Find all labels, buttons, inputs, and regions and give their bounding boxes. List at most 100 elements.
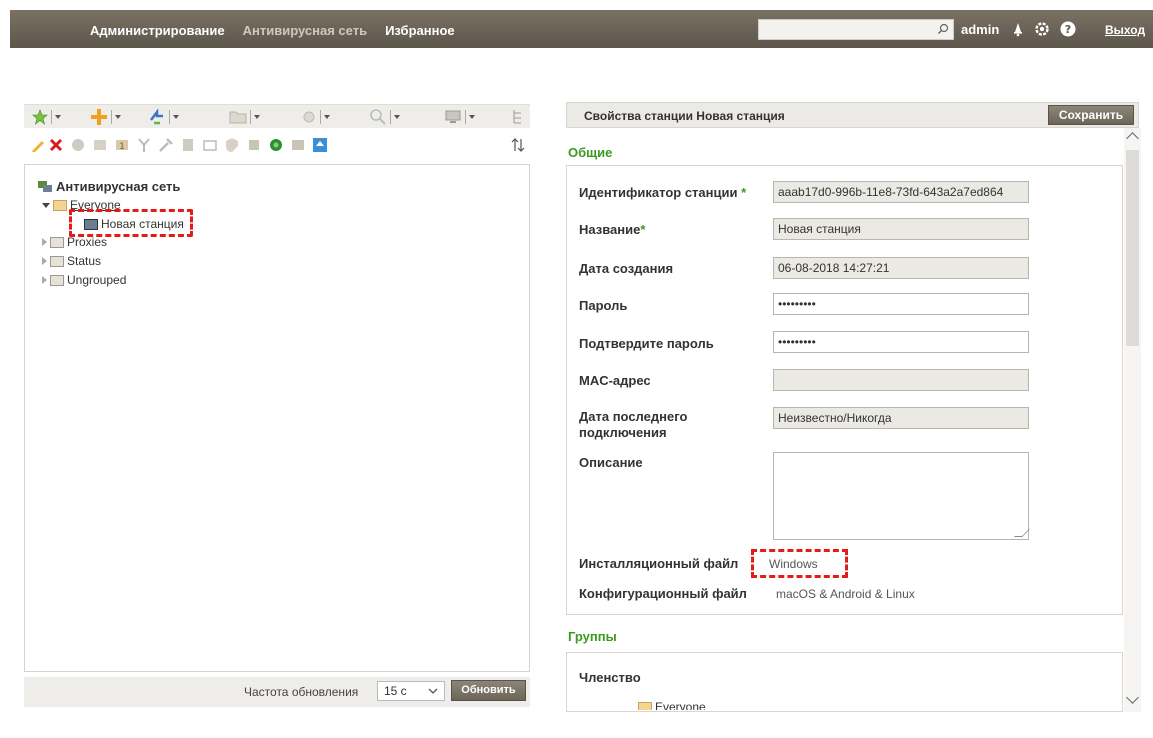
membership-item[interactable]: Everyone	[638, 700, 706, 710]
description-label: Описание	[579, 455, 643, 470]
magnifier-icon[interactable]	[369, 108, 387, 126]
username[interactable]: admin	[961, 22, 999, 37]
merge-icon[interactable]	[136, 137, 152, 153]
created-date-label: Дата создания	[579, 261, 674, 276]
search-icon[interactable]	[937, 23, 949, 35]
resize-handle-icon[interactable]	[1014, 529, 1030, 537]
chevron-down-icon[interactable]	[394, 115, 400, 119]
tree-item-proxies[interactable]: Proxies	[42, 235, 107, 249]
search-input[interactable]	[758, 19, 954, 40]
password-field[interactable]	[773, 293, 1029, 315]
upload-icon[interactable]	[312, 137, 328, 153]
scroll-up-icon[interactable]	[1126, 132, 1139, 145]
refresh-frequency-value: 15 с	[384, 684, 407, 698]
plus-icon[interactable]	[90, 108, 108, 126]
shield-grey-icon[interactable]	[224, 137, 240, 153]
top-bar: Администрирование Антивирусная сеть Избр…	[10, 10, 1153, 48]
confirm-password-field[interactable]	[773, 331, 1029, 353]
refresh-frequency-select[interactable]: 15 с	[377, 681, 445, 701]
nav-administration[interactable]: Администрирование	[90, 23, 225, 38]
highlight-install-file	[751, 549, 848, 578]
nav-favorites[interactable]: Избранное	[385, 23, 455, 38]
tree-item-label: Proxies	[67, 235, 108, 249]
gear-icon[interactable]	[1034, 21, 1050, 37]
delete-icon[interactable]	[48, 137, 64, 153]
monitor-icon[interactable]	[444, 109, 462, 125]
section-groups: Группы	[568, 629, 617, 644]
password-label: Пароль	[579, 298, 628, 313]
tree-toolbar-main	[24, 104, 530, 128]
logout-link[interactable]: Выход	[1105, 23, 1145, 37]
description-field[interactable]	[773, 452, 1030, 540]
chevron-down-icon[interactable]	[254, 115, 260, 119]
station-group[interactable]	[444, 107, 475, 127]
puzzle-icon[interactable]	[246, 137, 262, 153]
expand-arrow-icon[interactable]	[42, 238, 47, 246]
station-one-icon[interactable]: 1	[114, 137, 130, 153]
arrows-icon[interactable]	[148, 108, 166, 126]
config-file-link[interactable]: macOS & Android & Linux	[776, 587, 915, 601]
expand-arrow-icon[interactable]	[42, 276, 47, 284]
cube-group[interactable]	[301, 107, 330, 127]
station-id-label: Идентификатор станции *	[579, 185, 747, 200]
properties-scrollbar[interactable]	[1124, 128, 1141, 712]
membership-label: Членство	[579, 670, 641, 685]
tree-toolbar-actions: 1	[24, 133, 530, 159]
sort-icon[interactable]	[510, 137, 526, 153]
add-group[interactable]	[90, 107, 121, 127]
chevron-down-icon[interactable]	[55, 115, 61, 119]
cube-icon[interactable]	[301, 109, 317, 125]
refresh-frequency-label: Частота обновления	[244, 685, 359, 699]
created-date-field	[773, 257, 1029, 279]
star-icon[interactable]	[32, 109, 48, 125]
highlight-new-station	[69, 209, 193, 237]
network-tree: Антивирусная сеть Everyone Новая станция…	[24, 164, 530, 672]
tree-footer: Частота обновления 15 с Обновить	[24, 677, 530, 707]
station-id-field[interactable]	[773, 181, 1029, 203]
chevron-down-icon[interactable]	[115, 115, 121, 119]
tree-item-ungrouped[interactable]: Ungrouped	[42, 273, 126, 287]
folder-icon[interactable]	[229, 109, 247, 125]
name-field[interactable]	[773, 218, 1029, 240]
bell-icon[interactable]	[1010, 21, 1026, 37]
tree-root-label: Антивирусная сеть	[56, 179, 181, 194]
favorites-group[interactable]	[32, 107, 61, 127]
network-icon[interactable]	[290, 137, 306, 153]
expand-arrow-icon[interactable]	[42, 257, 47, 265]
mac-field[interactable]	[773, 369, 1029, 391]
chevron-down-icon[interactable]	[324, 115, 330, 119]
scroll-down-icon[interactable]	[1126, 691, 1139, 704]
scroll-thumb[interactable]	[1126, 150, 1139, 346]
properties-header: Свойства станции Новая станция Сохранить	[566, 102, 1139, 128]
nav-antivirus-network[interactable]: Антивирусная сеть	[243, 23, 367, 38]
tree-item-label: Status	[67, 254, 102, 268]
last-connection-label: Дата последнего подключения	[579, 409, 688, 440]
station-icon[interactable]	[92, 137, 108, 153]
tree-item-status[interactable]: Status	[42, 254, 101, 268]
expand-arrow-icon[interactable]	[42, 202, 50, 208]
help-icon[interactable]: ?	[1060, 21, 1076, 37]
install-file-label: Инсталляционный файл	[579, 556, 739, 571]
tools-icon[interactable]	[158, 137, 174, 153]
tree-root[interactable]: Антивирусная сеть	[37, 179, 180, 194]
folder-open-icon	[53, 199, 67, 211]
config-icon[interactable]	[202, 137, 218, 153]
chevron-down-icon[interactable]	[173, 115, 179, 119]
chevron-down-icon[interactable]	[469, 115, 475, 119]
folder-group[interactable]	[229, 107, 260, 127]
network-icon	[38, 180, 52, 192]
scan-icon[interactable]	[70, 137, 86, 153]
svg-text:1: 1	[119, 142, 125, 152]
report-icon[interactable]	[180, 137, 196, 153]
search-group[interactable]	[369, 107, 400, 127]
shield-green-icon[interactable]	[268, 137, 284, 153]
tree-item-label: Ungrouped	[67, 273, 127, 287]
refresh-button[interactable]: Обновить	[451, 680, 526, 701]
edit-icon[interactable]	[30, 137, 46, 153]
main-nav: Администрирование Антивирусная сеть Избр…	[90, 23, 455, 38]
folder-icon	[50, 236, 64, 248]
membership-item-label: Everyone	[655, 700, 706, 710]
save-button[interactable]: Сохранить	[1048, 105, 1134, 125]
move-group[interactable]	[148, 107, 179, 127]
tree-view-icon[interactable]	[511, 109, 525, 125]
